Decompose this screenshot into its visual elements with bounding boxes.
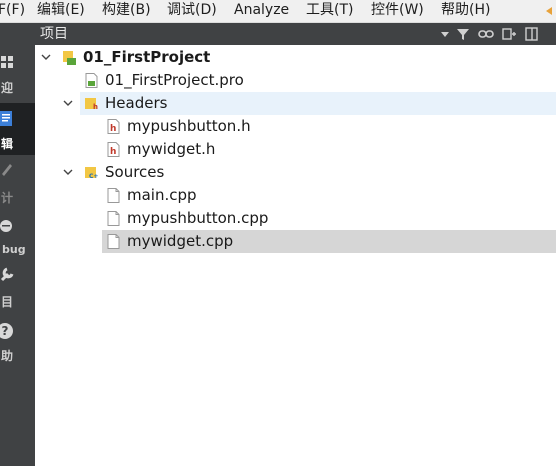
grid-icon xyxy=(1,56,13,68)
svg-text:h: h xyxy=(93,103,98,111)
header-file-icon: h xyxy=(107,142,120,157)
close-panel-icon[interactable] xyxy=(524,26,540,42)
expand-arrow-icon[interactable] xyxy=(41,52,51,62)
tree-row-pro-file[interactable]: 01_FirstProject.pro xyxy=(35,69,556,92)
source-file-label: mypushbutton.cpp xyxy=(127,209,269,227)
edit-document-icon xyxy=(0,111,12,126)
help-icon: ? xyxy=(0,323,13,339)
header-file-label: mypushbutton.h xyxy=(127,117,251,135)
tree-row-header-file[interactable]: h mywidget.h xyxy=(35,138,556,161)
menu-edit[interactable]: 编辑(E) xyxy=(37,0,85,22)
svg-text:h: h xyxy=(110,147,116,157)
split-icon[interactable] xyxy=(501,26,517,42)
menu-build[interactable]: 构建(B) xyxy=(102,0,151,22)
mode-debug-label: bug xyxy=(2,243,26,256)
mode-welcome-label: 迎 xyxy=(0,81,13,95)
menu-bar: F(F) 编辑(E) 构建(B) 调试(D) Analyze 工具(T) 控件(… xyxy=(0,0,556,23)
tree-row-project[interactable]: 01_FirstProject xyxy=(35,46,556,69)
mode-help-label: 助 xyxy=(0,349,13,363)
headers-folder-icon: h xyxy=(85,98,98,111)
menu-help[interactable]: 帮助(H) xyxy=(441,0,490,22)
pro-file-label: 01_FirstProject.pro xyxy=(105,71,244,89)
source-file-icon xyxy=(107,234,120,249)
source-file-icon xyxy=(107,211,120,226)
sources-folder-icon: C+ xyxy=(85,167,98,180)
svg-text:C+: C+ xyxy=(89,173,98,180)
tree-row-header-file[interactable]: h mypushbutton.h xyxy=(35,115,556,138)
tree-row-sources[interactable]: C+ Sources xyxy=(35,161,556,184)
pro-file-icon xyxy=(85,73,98,88)
project-tree: 01_FirstProject 01_FirstProject.pro h He… xyxy=(35,45,556,466)
project-label: 01_FirstProject xyxy=(83,48,211,66)
sources-label: Sources xyxy=(105,163,165,181)
menu-analyze[interactable]: Analyze xyxy=(234,0,289,22)
tree-row-source-file[interactable]: main.cpp xyxy=(35,184,556,207)
projects-panel-header: 项目 xyxy=(35,23,556,45)
source-file-label: main.cpp xyxy=(127,186,197,204)
bug-icon xyxy=(0,220,12,232)
panel-title[interactable]: 项目 xyxy=(40,24,68,44)
header-file-icon: h xyxy=(107,119,120,134)
tree-row-headers[interactable]: h Headers xyxy=(35,92,556,115)
menu-tools[interactable]: 工具(T) xyxy=(306,0,353,22)
mode-welcome[interactable]: 迎 xyxy=(0,53,35,103)
expand-arrow-icon[interactable] xyxy=(63,167,73,177)
filter-icon[interactable] xyxy=(455,26,471,42)
mode-design-label: 计 xyxy=(0,191,13,205)
toolbar-overflow-icon[interactable] xyxy=(545,6,556,16)
menu-file[interactable]: F(F) xyxy=(0,0,25,22)
dropdown-arrow-icon[interactable] xyxy=(437,26,453,42)
menu-debug[interactable]: 调试(D) xyxy=(167,0,217,22)
project-folder-icon xyxy=(63,51,76,65)
source-file-icon xyxy=(107,188,120,203)
source-file-label: mywidget.cpp xyxy=(127,232,234,250)
mode-design[interactable]: 计 xyxy=(0,157,35,207)
mode-edit-label: 辑 xyxy=(0,137,13,151)
tree-row-source-file-selected[interactable]: mywidget.cpp xyxy=(35,230,556,253)
svg-text:?: ? xyxy=(2,324,9,338)
expand-arrow-icon[interactable] xyxy=(63,98,73,108)
svg-text:h: h xyxy=(110,124,116,134)
mode-edit[interactable]: 辑 xyxy=(0,103,35,155)
mode-sidebar: 迎 辑 计 bug 目 ? 助 xyxy=(0,23,35,466)
menu-controls[interactable]: 控件(W) xyxy=(371,0,424,22)
mode-debug[interactable]: bug xyxy=(0,209,35,261)
tree-row-source-file[interactable]: mypushbutton.cpp xyxy=(35,207,556,230)
pencil-icon xyxy=(2,164,12,176)
headers-label: Headers xyxy=(105,94,168,112)
wrench-icon xyxy=(0,267,14,282)
link-icon[interactable] xyxy=(478,26,494,42)
mode-help[interactable]: ? 助 xyxy=(0,317,35,369)
mode-projects-label: 目 xyxy=(0,295,13,309)
header-file-label: mywidget.h xyxy=(127,140,216,158)
mode-projects[interactable]: 目 xyxy=(0,263,35,313)
